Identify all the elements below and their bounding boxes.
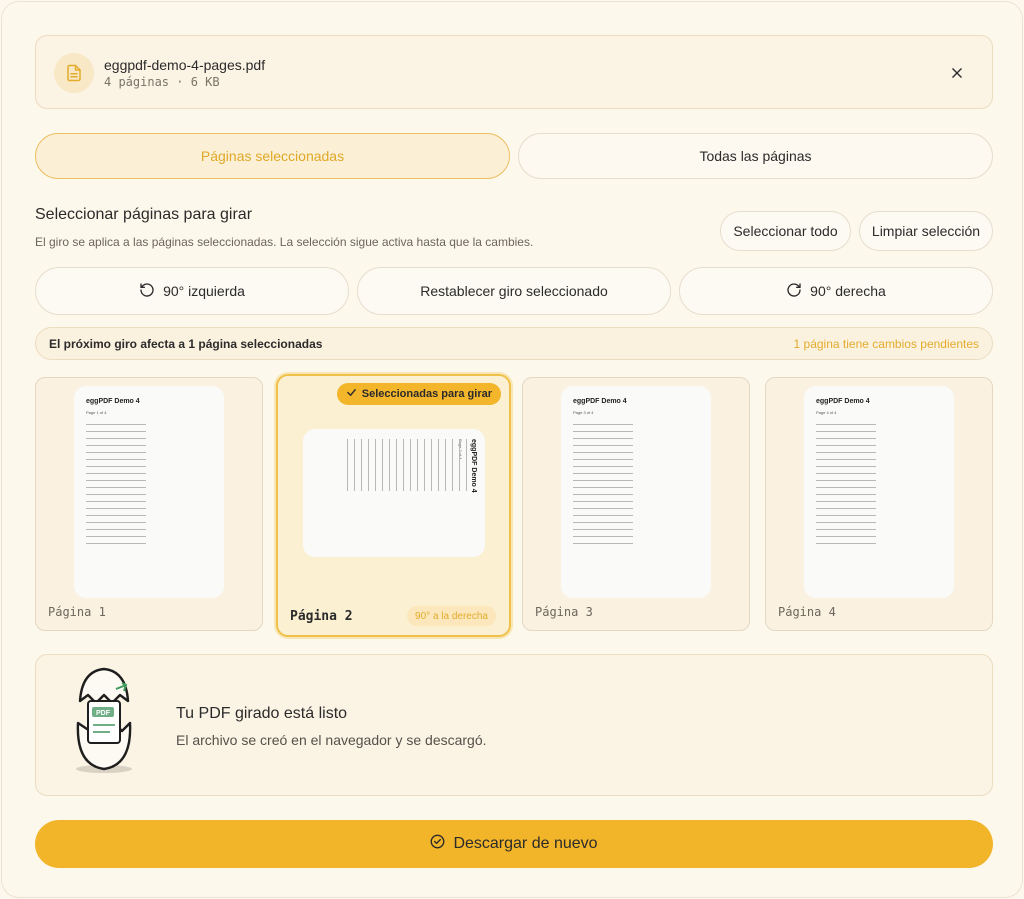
page-label: Página 2 (290, 609, 353, 624)
egg-pdf-illustration-icon: PDF (76, 667, 132, 773)
thumbnail-title: eggPDF Demo 4 (86, 398, 140, 405)
rotate-left-button[interactable]: 90° izquierda (35, 267, 349, 315)
selected-badge-label: Seleccionadas para girar (361, 388, 492, 400)
thumbnail-title: eggPDF Demo 4 (816, 398, 870, 405)
page-label: Página 4 (778, 605, 836, 619)
page-thumbnail: eggPDF Demo 4 Page 1 of 4 (74, 386, 224, 598)
thumbnail-text-lines (347, 439, 467, 491)
rotate-left-icon (139, 282, 155, 301)
thumbnail-text-lines (573, 424, 633, 550)
illustration-pdf-label: PDF (96, 710, 111, 717)
section-description: El giro se aplica a las páginas seleccio… (35, 235, 534, 249)
reset-rotation-button[interactable]: Restablecer giro seleccionado (357, 267, 671, 315)
rotate-left-label: 90° izquierda (163, 283, 245, 299)
page-card-1[interactable]: eggPDF Demo 4 Page 1 of 4 Página 1 (35, 377, 263, 631)
result-description: El archivo se creó en el navegador y se … (176, 732, 487, 748)
selection-info-bar: El próximo giro afecta a 1 página selecc… (35, 327, 993, 360)
rotate-right-label: 90° derecha (810, 283, 886, 299)
check-circle-icon (430, 834, 445, 854)
page-label: Página 3 (535, 605, 593, 619)
rotate-pdf-panel: eggpdf-demo-4-pages.pdf 4 páginas · 6 KB… (1, 1, 1023, 898)
thumbnail-subtitle: Page 1 of 4 (86, 410, 107, 415)
next-rotation-text: El próximo giro afecta a 1 página selecc… (49, 337, 323, 351)
page-card-3[interactable]: eggPDF Demo 4 Page 3 of 4 Página 3 (522, 377, 750, 631)
thumbnail-subtitle: Page 3 of 4 (573, 410, 594, 415)
download-again-label: Descargar de nuevo (453, 835, 598, 852)
rotation-tag: 90° a la derecha (407, 606, 496, 626)
page-thumbnail: eggPDF Demo 4 Page 4 of 4 (804, 386, 954, 598)
rotate-right-button[interactable]: 90° derecha (679, 267, 993, 315)
thumbnail-text-lines (816, 424, 876, 550)
select-all-button[interactable]: Seleccionar todo (720, 211, 851, 251)
page-card-4[interactable]: eggPDF Demo 4 Page 4 of 4 Página 4 (765, 377, 993, 631)
section-title: Seleccionar páginas para girar (35, 206, 253, 223)
page-thumbnail: eggPDF Demo 4 Page 3 of 4 (561, 386, 711, 598)
thumbnail-title: eggPDF Demo 4 (470, 439, 477, 493)
result-title: Tu PDF girado está listo (176, 705, 348, 722)
tab-selected-pages[interactable]: Páginas seleccionadas (35, 133, 510, 179)
thumbnail-text-lines (86, 424, 146, 550)
tab-all-pages[interactable]: Todas las páginas (518, 133, 993, 179)
document-icon (54, 53, 94, 93)
pending-changes-text: 1 página tiene cambios pendientes (793, 337, 979, 351)
page-card-2[interactable]: Seleccionadas para girar eggPDF Demo 4 P… (276, 374, 511, 637)
selected-badge: Seleccionadas para girar (336, 383, 501, 405)
file-name: eggpdf-demo-4-pages.pdf (104, 57, 266, 73)
page-label: Página 1 (48, 605, 106, 619)
page-thumbnail-rotated: eggPDF Demo 4 Page 2 of 4 (303, 429, 485, 557)
result-card: PDF Tu PDF girado está listo El archivo … (35, 654, 993, 796)
check-icon (346, 387, 357, 401)
file-card: eggpdf-demo-4-pages.pdf 4 páginas · 6 KB (35, 35, 993, 109)
thumbnail-title: eggPDF Demo 4 (573, 398, 627, 405)
download-again-button[interactable]: Descargar de nuevo (35, 820, 993, 868)
thumbnail-subtitle: Page 4 of 4 (816, 410, 837, 415)
rotate-right-icon (786, 282, 802, 301)
file-meta: 4 páginas · 6 KB (104, 75, 220, 89)
clear-selection-button[interactable]: Limpiar selección (859, 211, 993, 251)
close-icon[interactable] (944, 60, 970, 86)
